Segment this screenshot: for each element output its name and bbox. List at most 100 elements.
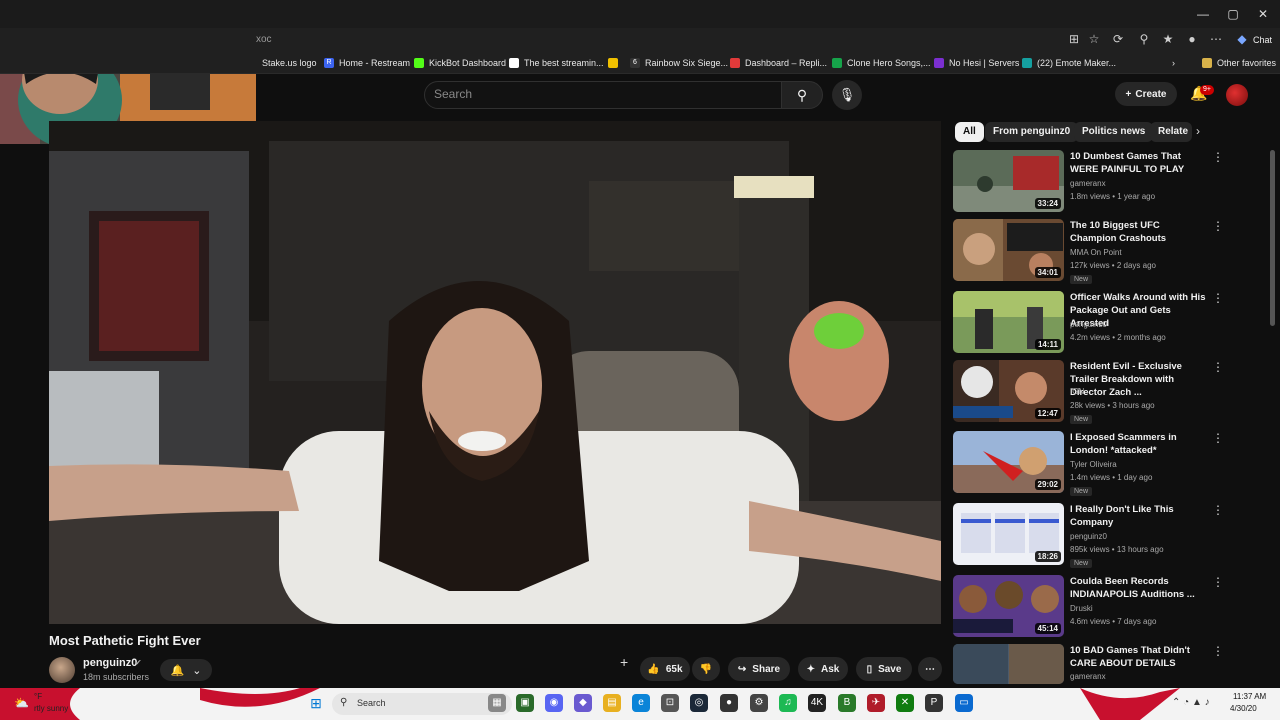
rec-title[interactable]: Coulda Been Records INDIANAPOLIS Auditio… [1070,575,1208,601]
spotify-icon[interactable]: ♫ [779,694,797,712]
like-button[interactable]: 👍 65k [640,657,690,681]
bookmark-stake[interactable]: Stake.us logo [262,54,317,72]
bookmark-emote-maker[interactable]: (22) Emote Maker... [1022,54,1116,72]
rec-title[interactable]: I Really Don't Like This Company [1070,503,1208,529]
rec-thumbnail[interactable]: 12:47 [953,360,1064,422]
rec-more-icon[interactable]: ⋮ [1212,503,1224,517]
start-button[interactable]: ⊞ [307,694,325,712]
rec-thumbnail[interactable]: 45:14 [953,575,1064,637]
bookmark-rainbow-six[interactable]: 6 Rainbow Six Siege... [630,54,728,72]
video-player[interactable] [49,121,941,624]
ask-button[interactable]: ✦ Ask [798,657,848,681]
steam-icon[interactable]: ◎ [690,694,708,712]
settings-icon[interactable]: ⚙ [750,694,768,712]
weather-desc[interactable]: rtly sunny [34,704,68,713]
rec-channel[interactable]: gameranx [1070,672,1106,681]
chip-from-channel[interactable]: From penguinz0 [985,122,1079,142]
account-avatar[interactable] [1226,84,1248,106]
channel-name[interactable]: penguinz0 [83,657,137,669]
more-menu-icon[interactable]: ⋯ [1208,31,1224,47]
app-window-icon[interactable]: ▭ [955,694,973,712]
rec-title[interactable]: The 10 Biggest UFC Champion Crashouts [1070,219,1208,245]
bookmark-kickbot[interactable]: KickBot Dashboard [414,54,506,72]
favorites-icon[interactable]: ★ [1160,31,1176,47]
rec-more-icon[interactable]: ⋮ [1212,575,1224,589]
other-favorites[interactable]: Other favorites [1202,54,1276,72]
rec-title[interactable]: I Exposed Scammers in London! *attacked* [1070,431,1208,457]
discord-icon[interactable]: ◉ [545,694,563,712]
rec-channel[interactable]: MMA On Point [1070,248,1122,257]
chip-related[interactable]: Relate [1150,122,1192,142]
rec-channel[interactable]: penguinz0 [1070,320,1107,329]
weather-icon[interactable]: ⛅ [14,696,29,710]
voice-search-button[interactable]: 🎙 [832,80,862,110]
extensions-icon[interactable]: ⚲ [1136,31,1152,47]
rec-more-icon[interactable]: ⋮ [1212,360,1224,374]
clock-date[interactable]: 4/30/20 [1230,704,1257,713]
rec-thumbnail[interactable]: 34:01 [953,219,1064,281]
copilot-taskbar-icon[interactable]: ◆ [574,694,592,712]
search-button[interactable]: ⚲ [781,81,823,109]
rec-title[interactable]: Resident Evil - Exclusive Trailer Breakd… [1070,360,1208,399]
rec-channel[interactable]: Druski [1070,604,1093,613]
bookmark-best-streaming[interactable]: The best streamin... [509,54,604,72]
search-input[interactable] [424,81,782,109]
more-actions-button[interactable]: ⋯ [918,657,942,681]
rec-more-icon[interactable]: ⋮ [1212,219,1224,233]
file-explorer-icon[interactable]: ▤ [603,694,621,712]
xbox-icon[interactable]: ✕ [896,694,914,712]
rec-title[interactable]: 10 Dumbest Games That WERE PAINFUL TO PL… [1070,150,1208,176]
rec-more-icon[interactable]: ⋮ [1212,431,1224,445]
channel-avatar[interactable] [49,657,75,683]
chat-label[interactable]: Chat [1253,35,1272,45]
rec-channel[interactable]: gameranx [1070,179,1106,188]
clock-time[interactable]: 11:37 AM [1233,692,1266,701]
chip-politics-news[interactable]: Politics news [1074,122,1154,142]
refresh-icon[interactable]: ⟳ [1110,31,1126,47]
bookmark-yellow[interactable] [608,54,618,72]
app-icon[interactable]: ▣ [516,694,534,712]
obs-icon[interactable]: ● [720,694,738,712]
rec-channel[interactable]: Tyler Oliveira [1070,460,1117,469]
minimize-button[interactable]: — [1188,4,1218,24]
app-red-icon[interactable]: ✈ [867,694,885,712]
edge-icon[interactable]: e [632,694,650,712]
rec-more-icon[interactable]: ⋮ [1212,291,1224,305]
rec-title[interactable]: 10 BAD Games That Didn't CARE ABOUT DETA… [1070,644,1208,670]
maximize-button[interactable]: ▢ [1218,4,1248,24]
profile-icon[interactable]: ● [1184,31,1200,47]
store-icon[interactable]: ⊡ [661,694,679,712]
copilot-icon[interactable]: ◆ [1234,31,1250,47]
scrollbar[interactable] [1270,150,1275,326]
close-window-button[interactable]: ✕ [1248,4,1278,24]
4k-app-icon[interactable]: 4K [808,694,826,712]
create-button[interactable]: + Create [1115,82,1177,106]
rec-thumbnail[interactable]: 33:24 [953,150,1064,212]
bookmark-clone-hero[interactable]: Clone Hero Songs,... [832,54,931,72]
rec-channel[interactable]: IGN [1070,387,1084,396]
tray-icons[interactable]: ⌃ ◔ ▲ ♪ [1172,697,1210,708]
rec-more-icon[interactable]: ⋮ [1212,150,1224,164]
rec-thumbnail[interactable]: 18:26 [953,503,1064,565]
rec-thumbnail[interactable]: 29:02 [953,431,1064,493]
dislike-button[interactable]: 👎 [692,657,720,681]
rec-channel[interactable]: penguinz0 [1070,532,1107,541]
chip-all[interactable]: All [955,122,984,142]
bookmarks-overflow-chevron-icon[interactable]: › [1172,54,1175,72]
chips-next-chevron-icon[interactable]: › [1196,124,1200,138]
rec-thumbnail[interactable] [953,644,1064,684]
subscribed-button[interactable]: 🔔 ⌄ [160,659,212,681]
favorite-star-icon[interactable]: ☆ [1086,31,1102,47]
weather-temp[interactable]: °F [34,692,42,701]
app-available-icon[interactable]: ⊞ [1066,31,1082,47]
save-button[interactable]: ▯ Save [856,657,912,681]
bookmark-replit[interactable]: Dashboard – Repli... [730,54,827,72]
rec-thumbnail[interactable]: 14:11 [953,291,1064,353]
address-text[interactable]: xoc [256,34,272,45]
bookmark-no-hesi[interactable]: No Hesi | Servers [934,54,1019,72]
task-view-icon[interactable]: ▦ [488,694,506,712]
rec-more-icon[interactable]: ⋮ [1212,644,1224,658]
bookmark-restream[interactable]: R Home - Restream [324,54,410,72]
app-b-icon[interactable]: B [838,694,856,712]
share-button[interactable]: ↪ Share [728,657,790,681]
